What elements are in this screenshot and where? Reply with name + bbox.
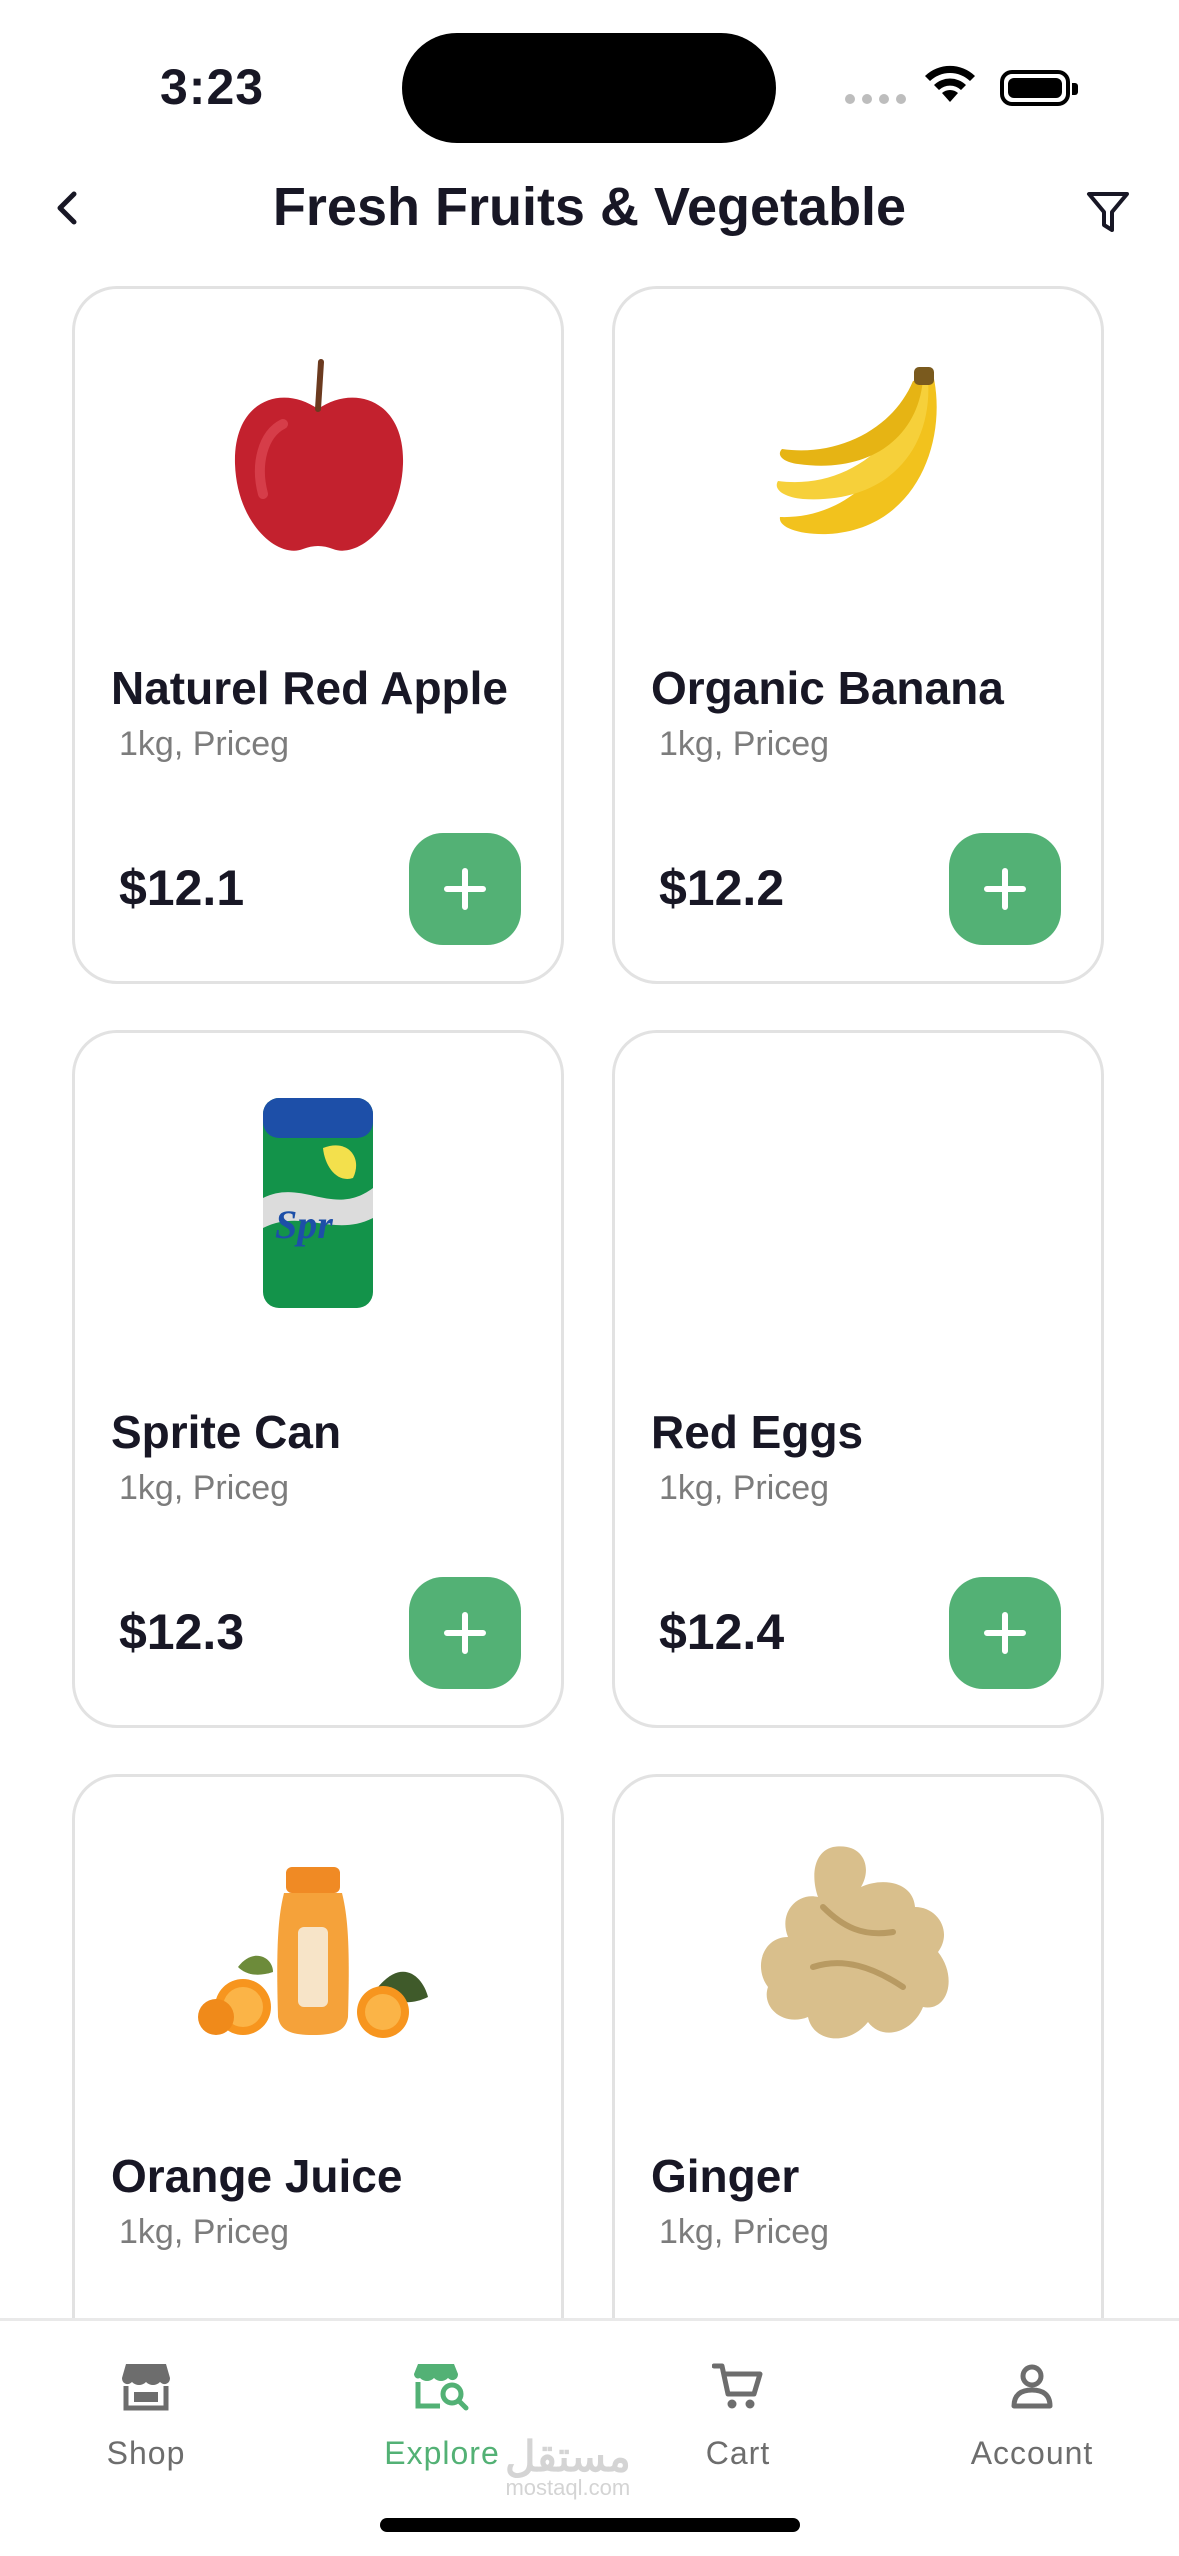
dynamic-island [402,33,776,143]
cellular-signal-icon [845,94,906,104]
product-price: $12.4 [659,1604,785,1660]
product-name: Organic Banana [651,662,1004,714]
product-unit: 1kg, Priceg [659,725,830,763]
apple-image [75,359,561,559]
account-icon [1011,2364,1053,2409]
battery-icon [1000,70,1078,106]
product-unit: 1kg, Priceg [119,1469,290,1507]
watermark: مستقل mostaql.com [505,2432,631,2501]
wifi-icon [925,65,975,102]
svg-text:Spr: Spr [275,1202,333,1247]
home-indicator[interactable] [380,2518,800,2532]
add-to-cart-button[interactable] [949,833,1061,945]
add-to-cart-button[interactable] [409,833,521,945]
product-price: $12.2 [659,860,785,916]
filter-icon[interactable] [1085,188,1131,236]
product-name: Ginger [651,2150,800,2202]
plus-icon [984,868,1026,910]
product-unit: 1kg, Priceg [119,725,290,763]
product-name: Red Eggs [651,1406,864,1458]
plus-icon [444,868,486,910]
product-card[interactable]: Spr Sprite Can 1kg, Priceg $12.3 [72,1030,564,1728]
page-title: Fresh Fruits & Vegetable [272,177,907,237]
plus-icon [444,1612,486,1654]
product-card[interactable]: Organic Banana 1kg, Priceg $12.2 [612,286,1104,984]
nav-label: Account [970,2435,1094,2471]
product-unit: 1kg, Priceg [659,1469,830,1507]
nav-item-shop[interactable]: Shop [26,2351,266,2472]
product-price: $12.1 [119,860,245,916]
sprite-can-image: Spr [75,1098,561,1308]
nav-item-cart[interactable]: Cart [618,2351,858,2472]
product-name: Naturel Red Apple [111,662,509,714]
product-card[interactable]: Naturel Red Apple 1kg, Priceg $12.1 [72,286,564,984]
watermark-arabic: مستقل [505,2433,631,2480]
shop-icon [122,2364,170,2411]
add-to-cart-button[interactable] [409,1577,521,1689]
eggs-image [615,1103,1101,1303]
nav-label: Cart [705,2435,771,2471]
product-name: Orange Juice [111,2150,403,2202]
product-unit: 1kg, Priceg [119,2213,290,2251]
add-to-cart-button[interactable] [949,1577,1061,1689]
orange-juice-image [75,1847,561,2047]
plus-icon [984,1612,1026,1654]
product-price: $12.3 [119,1604,245,1660]
nav-label: Shop [106,2435,186,2471]
nav-item-account[interactable]: Account [912,2351,1152,2472]
product-unit: 1kg, Priceg [659,2213,830,2251]
product-card[interactable]: Red Eggs 1kg, Priceg $12.4 [612,1030,1104,1728]
status-time: 3:23 [160,59,265,115]
ginger-image [615,1846,1101,2047]
product-name: Sprite Can [111,1406,342,1458]
cart-icon [712,2363,763,2409]
watermark-latin: mostaql.com [505,2475,631,2500]
explore-icon [414,2364,469,2411]
banana-image [615,359,1101,559]
